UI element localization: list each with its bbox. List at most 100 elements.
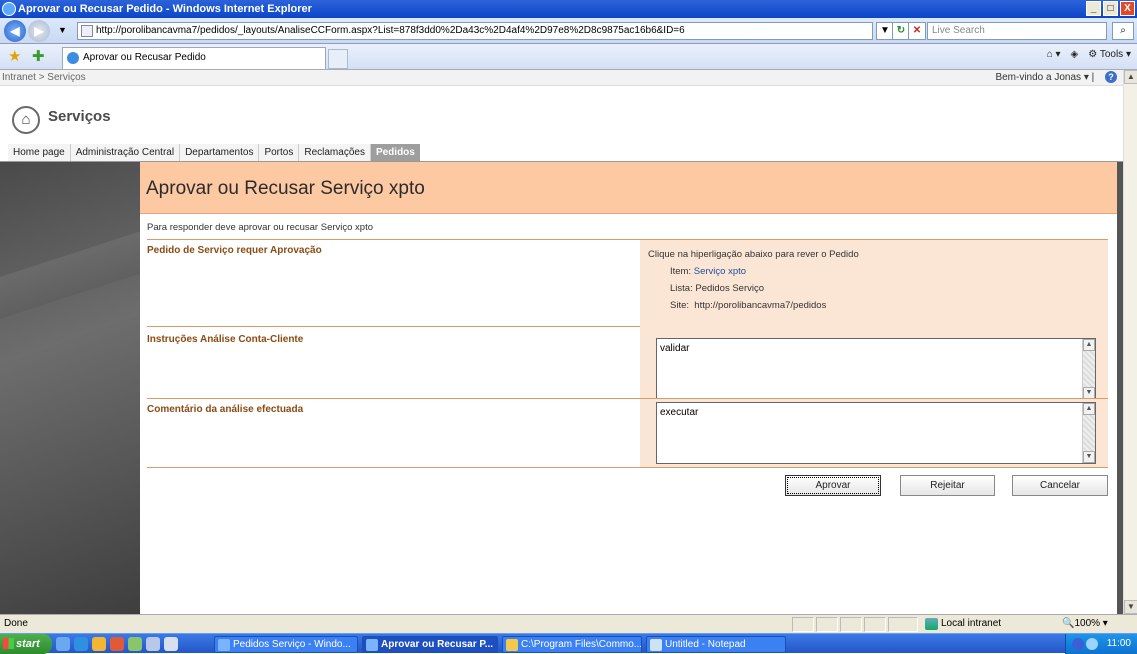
site-header: ⌂ Serviços xyxy=(0,86,1123,143)
site-row: Site: http://porolibancavma7/pedidos xyxy=(670,300,826,311)
instructions-value: validar xyxy=(660,343,690,354)
nav-reclamacoes[interactable]: Reclamações xyxy=(299,144,371,161)
scroll-up-icon[interactable]: ▲ xyxy=(1083,339,1095,351)
scroll-up-icon[interactable]: ▲ xyxy=(1124,70,1137,84)
comment-scrollbar[interactable]: ▲ ▼ xyxy=(1082,403,1095,463)
address-toolbar: ◀ ▶ ▼ http://porolibancavma7/pedidos/_la… xyxy=(0,18,1137,44)
form-title: Aprovar ou Recusar Serviço xpto xyxy=(146,178,425,199)
quicklaunch-icon[interactable] xyxy=(110,637,124,651)
scroll-down-icon[interactable]: ▼ xyxy=(1124,600,1137,614)
stop-icon[interactable]: ✕ xyxy=(908,22,926,40)
list-value: Pedidos Serviço xyxy=(695,283,765,294)
page-scrollbar[interactable]: ▲ ▼ xyxy=(1123,70,1137,614)
feeds-icon[interactable]: ◈ xyxy=(1071,49,1079,60)
forward-button[interactable]: ▶ xyxy=(28,20,50,42)
form-header: Aprovar ou Recusar Serviço xpto xyxy=(140,162,1117,214)
list-label: Lista: xyxy=(670,283,693,294)
browser-tab[interactable]: Aprovar ou Recusar Pedido xyxy=(62,47,326,69)
start-button[interactable]: start xyxy=(0,634,52,654)
favorites-star-icon[interactable]: ★ xyxy=(8,49,24,65)
comment-panel: executar ▲ ▼ xyxy=(640,399,1108,467)
search-input[interactable]: Live Search xyxy=(927,22,1107,40)
ie-icon xyxy=(2,2,16,16)
quicklaunch-icon[interactable] xyxy=(128,637,142,651)
quicklaunch-icon[interactable] xyxy=(146,637,160,651)
system-tray: 11:00 xyxy=(1065,634,1137,654)
item-link[interactable]: Serviço xpto xyxy=(694,266,746,277)
security-zone[interactable]: Local intranet xyxy=(923,615,1001,633)
tray-icon[interactable] xyxy=(1086,638,1098,650)
reject-button[interactable]: Rejeitar xyxy=(900,475,995,496)
nav-home-page[interactable]: Home page xyxy=(8,144,71,161)
comment-textarea[interactable]: executar ▲ ▼ xyxy=(656,402,1096,464)
ie-quicklaunch-icon[interactable] xyxy=(56,637,70,651)
home-icon[interactable]: ⌂ ▾ xyxy=(1047,49,1061,60)
recent-pages-dropdown-icon[interactable]: ▼ xyxy=(58,25,67,35)
ie-icon xyxy=(218,639,230,651)
tray-icon[interactable] xyxy=(1072,638,1084,650)
list-row: Lista: Pedidos Serviço xyxy=(670,283,764,294)
search-icon[interactable]: ⌕ xyxy=(1112,22,1134,40)
item-label: Item: xyxy=(670,266,692,277)
ie-icon xyxy=(366,639,378,651)
maximize-button[interactable]: □ xyxy=(1103,1,1118,16)
scroll-down-icon[interactable]: ▼ xyxy=(1083,451,1095,463)
scroll-up-icon[interactable]: ▲ xyxy=(1083,403,1095,415)
add-favorites-icon[interactable]: ✚ xyxy=(32,49,48,65)
site-home-icon: ⌂ xyxy=(12,106,40,134)
section-divider xyxy=(147,326,640,327)
section2-label: Instruções Análise Conta-Cliente xyxy=(147,334,304,345)
back-button[interactable]: ◀ xyxy=(4,20,26,42)
taskbar-item-pedidos[interactable]: Pedidos Serviço - Windo... xyxy=(214,636,358,653)
taskbar-item-folder[interactable]: C:\Program Files\Commo... xyxy=(502,636,642,653)
top-navigation: Home page Administração Central Departam… xyxy=(8,144,420,161)
zoom-icon: 🔍 xyxy=(1062,618,1075,629)
nav-departamentos[interactable]: Departamentos xyxy=(180,144,260,161)
tab-toolbar: ★ ✚ Aprovar ou Recusar Pedido ⌂ ▾ ◈ ⚙ To… xyxy=(0,44,1137,70)
task-label: C:\Program Files\Commo... xyxy=(521,639,642,650)
status-bar: Done Local intranet 🔍100% ▾ xyxy=(0,614,1137,633)
breadcrumb-text[interactable]: Intranet > Serviços xyxy=(2,72,86,83)
help-icon[interactable]: ? xyxy=(1105,71,1117,83)
nav-administracao-central[interactable]: Administração Central xyxy=(70,144,181,161)
site-value: http://porolibancavma7/pedidos xyxy=(694,300,827,311)
task-label: Pedidos Serviço - Windo... xyxy=(233,639,351,650)
address-bar[interactable]: http://porolibancavma7/pedidos/_layouts/… xyxy=(77,22,873,40)
breadcrumb: Intranet > Serviços Bem-vindo a Jonas ▾ … xyxy=(0,70,1123,86)
taskbar-item-aprovar[interactable]: Aprovar ou Recusar P... xyxy=(362,636,498,653)
instructions-scrollbar[interactable]: ▲ ▼ xyxy=(1082,339,1095,399)
status-cell xyxy=(840,617,862,632)
start-label: start xyxy=(16,638,40,650)
review-hint: Clique na hiperligação abaixo para rever… xyxy=(648,249,859,260)
item-row: Item: Serviço xpto xyxy=(670,266,746,277)
clock: 11:00 xyxy=(1106,638,1131,649)
cancel-button[interactable]: Cancelar xyxy=(1012,475,1108,496)
intranet-icon xyxy=(925,618,938,630)
page-content: Intranet > Serviços Bem-vindo a Jonas ▾ … xyxy=(0,70,1123,614)
review-info-panel: Clique na hiperligação abaixo para rever… xyxy=(640,240,1108,400)
zoom-control[interactable]: 🔍100% ▾ xyxy=(1062,615,1108,633)
quicklaunch-icon[interactable] xyxy=(164,637,178,651)
status-text: Done xyxy=(4,618,28,629)
tab-ie-icon xyxy=(67,52,79,64)
quicklaunch-icon[interactable] xyxy=(92,637,106,651)
form-intro: Para responder deve aprovar ou recusar S… xyxy=(147,222,374,233)
taskbar-item-notepad[interactable]: Untitled - Notepad xyxy=(646,636,786,653)
instructions-textarea[interactable]: validar ▲ ▼ xyxy=(656,338,1096,400)
quicklaunch-icon[interactable] xyxy=(74,637,88,651)
browser-window: Aprovar ou Recusar Pedido - Windows Inte… xyxy=(0,0,1137,654)
new-tab-button[interactable] xyxy=(328,49,348,69)
nav-pedidos[interactable]: Pedidos xyxy=(370,144,420,161)
site-title[interactable]: Serviços xyxy=(48,108,111,125)
window-titlebar: Aprovar ou Recusar Pedido - Windows Inte… xyxy=(0,0,1137,18)
tools-label: Tools xyxy=(1099,49,1124,60)
status-cell xyxy=(792,617,814,632)
nav-portos[interactable]: Portos xyxy=(259,144,300,161)
welcome-text[interactable]: Bem-vindo a Jonas xyxy=(995,72,1081,83)
zoom-label: 100% xyxy=(1074,618,1101,629)
approve-button[interactable]: Aprovar xyxy=(785,475,881,496)
tools-menu[interactable]: ⚙ Tools ▾ xyxy=(1088,49,1131,60)
welcome-menu[interactable]: Bem-vindo a Jonas ▾ | ? xyxy=(995,70,1117,85)
close-button[interactable]: X xyxy=(1120,1,1135,16)
minimize-button[interactable]: _ xyxy=(1086,1,1101,16)
